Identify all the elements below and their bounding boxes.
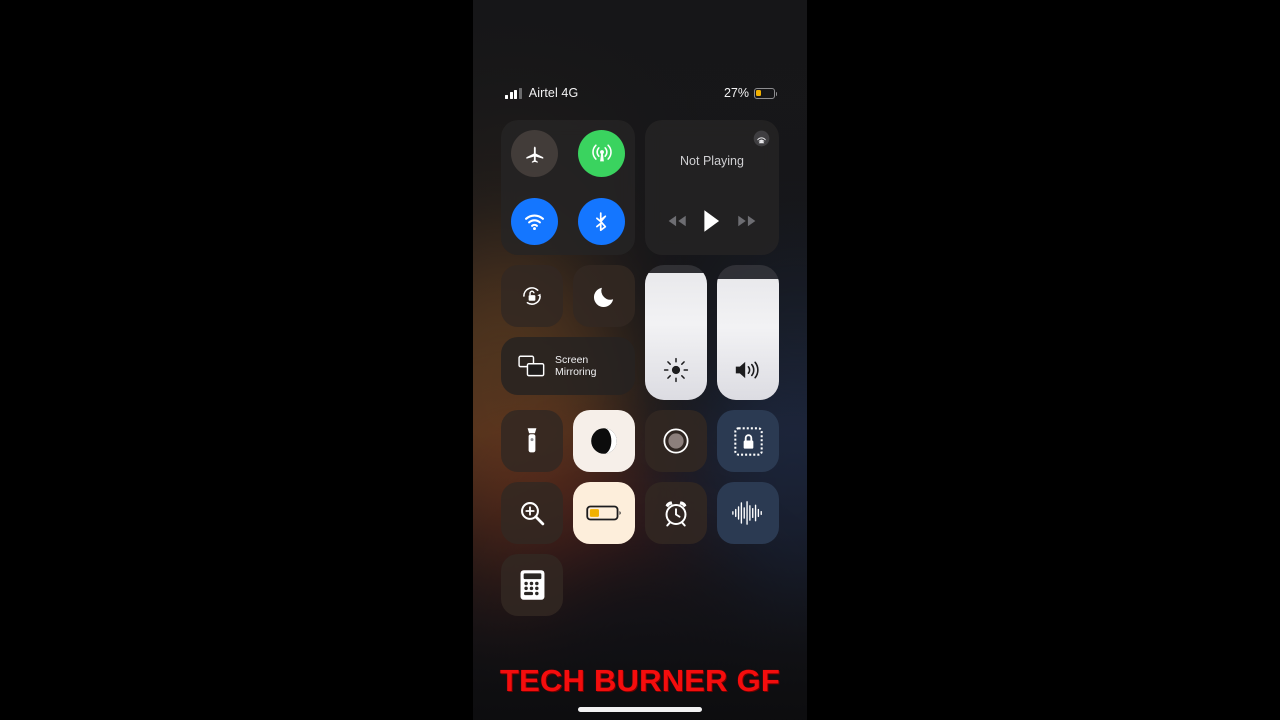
media-title: Not Playing [680, 154, 744, 168]
media-controls [645, 209, 779, 233]
magnifier-icon [520, 501, 544, 525]
flashlight-icon [527, 428, 537, 453]
controls-grid-row-1 [473, 410, 807, 472]
signal-bars-icon [505, 87, 522, 99]
guided-access-toggle[interactable] [717, 410, 779, 472]
battery-percent-label: 27% [723, 86, 749, 100]
phone-screen: Airtel 4G 27% Not Playing Screen Mirrori… [473, 0, 807, 720]
calculator-icon [520, 570, 544, 600]
screen-mirroring-icon [518, 355, 545, 377]
home-indicator[interactable] [578, 707, 702, 712]
screen-record-button[interactable] [645, 410, 707, 472]
rotation-lock-toggle[interactable] [501, 265, 563, 327]
battery-low-power-icon [754, 87, 778, 99]
play-icon[interactable] [702, 209, 722, 233]
sound-waveform-icon [732, 501, 762, 525]
screen-mirroring-label-line2: Mirroring [555, 366, 597, 378]
dark-mode-contrast-icon [591, 428, 617, 454]
sound-recognition-toggle[interactable] [717, 482, 779, 544]
controls-grid-row-2 [473, 482, 807, 544]
toggles-and-mirroring-column: Screen Mirroring [501, 265, 635, 400]
status-bar: Airtel 4G 27% [473, 78, 807, 108]
control-center: Not Playing Screen Mirroring [473, 120, 807, 626]
airplane-mode-toggle[interactable] [511, 130, 558, 178]
toggle-pair [501, 265, 635, 327]
screen-record-icon [663, 428, 689, 454]
low-power-mode-toggle[interactable] [573, 482, 635, 544]
dark-mode-toggle[interactable] [573, 410, 635, 472]
carrier-label: Airtel 4G [528, 86, 579, 100]
cellular-antenna-icon [591, 144, 612, 162]
wifi-icon [524, 214, 545, 230]
bluetooth-toggle[interactable] [578, 197, 625, 245]
status-bar-right: 27% [723, 78, 778, 108]
screen-mirroring-button[interactable]: Screen Mirroring [501, 337, 635, 395]
video-caption: TECH BURNER GF [499, 663, 781, 698]
status-bar-left: Airtel 4G [505, 78, 578, 108]
screen-mirroring-label-line1: Screen [555, 353, 589, 366]
wifi-toggle[interactable] [511, 197, 558, 245]
screen-recording-frame: Airtel 4G 27% Not Playing Screen Mirrori… [0, 0, 1280, 720]
speaker-waves-icon [717, 357, 779, 383]
alarm-clock-icon [665, 501, 687, 527]
alarm-button[interactable] [645, 482, 707, 544]
do-not-disturb-toggle[interactable] [573, 265, 635, 327]
guided-access-lock-icon [733, 426, 763, 456]
flashlight-toggle[interactable] [501, 410, 563, 472]
brightness-slider[interactable] [645, 265, 707, 400]
rewind-icon[interactable] [667, 214, 687, 228]
cellular-data-toggle[interactable] [578, 130, 625, 178]
media-playback-module[interactable]: Not Playing [645, 120, 779, 255]
magnifier-button[interactable] [501, 482, 563, 544]
bluetooth-icon [596, 211, 607, 231]
rotation-lock-icon [523, 287, 541, 305]
airplay-audio-icon[interactable] [753, 130, 770, 147]
fast-forward-icon[interactable] [737, 214, 757, 228]
airplane-icon [525, 146, 543, 163]
battery-low-power-icon [586, 505, 621, 521]
control-center-row-second: Screen Mirroring [473, 265, 807, 400]
connectivity-module[interactable] [501, 120, 635, 255]
control-center-row-top: Not Playing [473, 120, 807, 255]
controls-grid-row-3 [473, 554, 807, 616]
calculator-button[interactable] [501, 554, 563, 616]
screen-mirroring-label: Screen Mirroring [555, 354, 596, 379]
volume-slider[interactable] [717, 265, 779, 400]
sun-icon [645, 357, 707, 383]
moon-icon [593, 287, 613, 307]
